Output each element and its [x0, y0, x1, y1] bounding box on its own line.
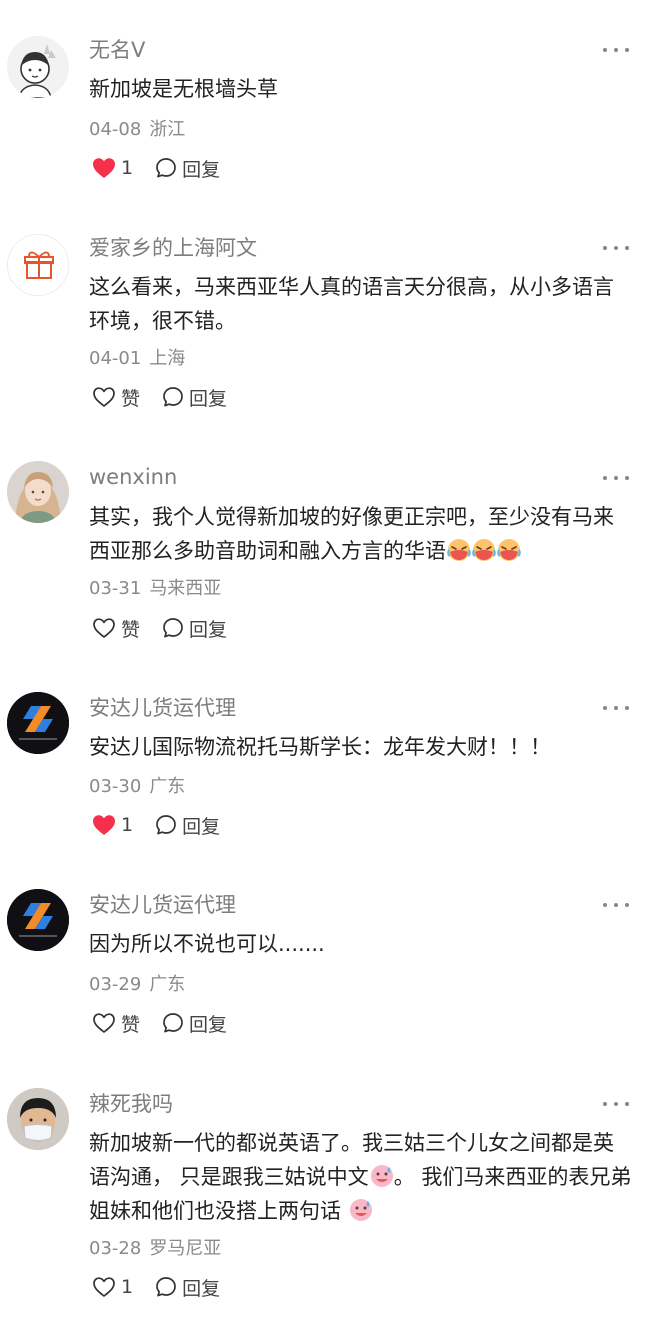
like-button[interactable]: 1	[92, 157, 133, 179]
heart-filled-icon	[93, 158, 115, 178]
comment-actions: 1 回复	[92, 1272, 220, 1302]
comment-bubble-icon	[163, 618, 183, 638]
like-button[interactable]: 1	[92, 1276, 133, 1298]
more-options-icon[interactable]	[603, 40, 629, 60]
comment-location: 罗马尼亚	[149, 1238, 222, 1259]
avatar[interactable]	[7, 461, 69, 523]
avatar[interactable]	[7, 36, 69, 98]
username[interactable]: 辣死我吗	[89, 1090, 173, 1118]
sweat-smile-emoji-icon	[370, 1165, 393, 1187]
like-button[interactable]: 赞	[92, 384, 140, 411]
comment-date: 03-28	[89, 1238, 142, 1259]
comment-date: 03-29	[89, 974, 142, 995]
avatar[interactable]	[7, 889, 69, 951]
reply-label: 回复	[182, 815, 221, 838]
reply-label: 回复	[189, 1013, 228, 1036]
heart-outline-icon	[93, 1277, 115, 1297]
more-options-icon[interactable]	[603, 895, 629, 915]
reply-button[interactable]: 回复	[155, 1274, 220, 1301]
comment-meta: 03-29 广东	[89, 973, 193, 997]
comment-text: 这么看来，马来西亚华人真的语言天分很高，从小多语言环境，很不错。	[89, 275, 614, 333]
avatar[interactable]	[7, 1088, 69, 1150]
comment-text: 安达儿国际物流祝托马斯学长：龙年发大财！！！	[89, 735, 551, 759]
like-label: 赞	[121, 387, 141, 410]
like-count: 1	[121, 1276, 134, 1298]
comment-text: 因为所以不说也可以.......	[89, 932, 325, 956]
like-count: 1	[121, 814, 134, 836]
reply-label: 回复	[182, 1277, 221, 1300]
reply-button[interactable]: 回复	[162, 384, 227, 411]
username[interactable]: 安达儿货运代理	[89, 891, 236, 919]
reply-button[interactable]: 回复	[162, 1010, 227, 1037]
comment-location: 上海	[149, 348, 186, 369]
reply-label: 回复	[189, 618, 228, 641]
comment-actions: 赞 回复	[92, 382, 227, 412]
like-button[interactable]: 1	[92, 814, 133, 836]
comment-date: 03-30	[89, 776, 142, 797]
like-label: 赞	[121, 618, 141, 641]
comment-actions: 赞 回复	[92, 613, 227, 643]
reply-button[interactable]: 回复	[155, 812, 220, 839]
comment-actions: 1 回复	[92, 810, 220, 840]
comment-text: 其实，我个人觉得新加坡的好像更正宗吧，至少没有马来西亚那么多助音助词和融入方言的…	[89, 500, 634, 568]
username[interactable]: 爱家乡的上海阿文	[89, 234, 257, 262]
sweat-smile-emoji-icon	[349, 1199, 372, 1221]
more-options-icon[interactable]	[603, 1094, 629, 1114]
reply-button[interactable]: 回复	[162, 615, 227, 642]
comment-meta: 03-30 广东	[89, 775, 193, 799]
laughing-crying-emoji-icon	[472, 539, 496, 561]
more-options-icon[interactable]	[603, 238, 629, 258]
comment-meta: 04-01 上海	[89, 347, 193, 371]
username[interactable]: wenxinn	[89, 463, 177, 491]
laughing-crying-emoji-icon	[447, 539, 471, 561]
comment-meta: 03-28 罗马尼亚	[89, 1237, 229, 1261]
like-label: 赞	[121, 1013, 141, 1036]
comment-bubble-icon	[156, 158, 176, 178]
username[interactable]: 安达儿货运代理	[89, 694, 236, 722]
comment-date: 04-01	[89, 348, 142, 369]
comment-location: 浙江	[149, 119, 186, 140]
comment-bubble-icon	[156, 815, 176, 835]
reply-button[interactable]: 回复	[155, 155, 220, 182]
heart-filled-icon	[93, 815, 115, 835]
reply-label: 回复	[182, 158, 221, 181]
comment-bubble-icon	[163, 1013, 183, 1033]
comment-meta: 04-08 浙江	[89, 118, 193, 142]
comment-meta: 03-31 马来西亚	[89, 577, 229, 601]
comment-bubble-icon	[163, 387, 183, 407]
comment-bubble-icon	[156, 1277, 176, 1297]
comment-location: 广东	[149, 974, 186, 995]
heart-outline-icon	[93, 387, 115, 407]
comment-date: 04-08	[89, 119, 142, 140]
heart-outline-icon	[93, 1013, 115, 1033]
like-button[interactable]: 赞	[92, 1010, 140, 1037]
more-options-icon[interactable]	[603, 698, 629, 718]
username[interactable]: 无名V	[89, 36, 145, 64]
comment-text-content: 其实，我个人觉得新加坡的好像更正宗吧，至少没有马来西亚那么多助音助词和融入方言的…	[89, 505, 614, 563]
comment-date: 03-31	[89, 578, 142, 599]
avatar[interactable]	[7, 692, 69, 754]
reply-label: 回复	[189, 387, 228, 410]
avatar[interactable]	[7, 234, 69, 296]
heart-outline-icon	[93, 618, 115, 638]
comment-location: 广东	[149, 776, 186, 797]
comment-location: 马来西亚	[149, 578, 222, 599]
comment-text: 新加坡新一代的都说英语了。我三姑三个儿女之间都是英语沟通， 只是跟我三姑说中文。…	[89, 1126, 634, 1228]
like-count: 1	[121, 157, 134, 179]
like-button[interactable]: 赞	[92, 615, 140, 642]
comment-actions: 赞 回复	[92, 1008, 227, 1038]
comment-actions: 1 回复	[92, 153, 220, 183]
more-options-icon[interactable]	[603, 468, 629, 488]
comment-text: 新加坡是无根墙头草	[89, 77, 278, 101]
laughing-crying-emoji-icon	[497, 539, 521, 561]
